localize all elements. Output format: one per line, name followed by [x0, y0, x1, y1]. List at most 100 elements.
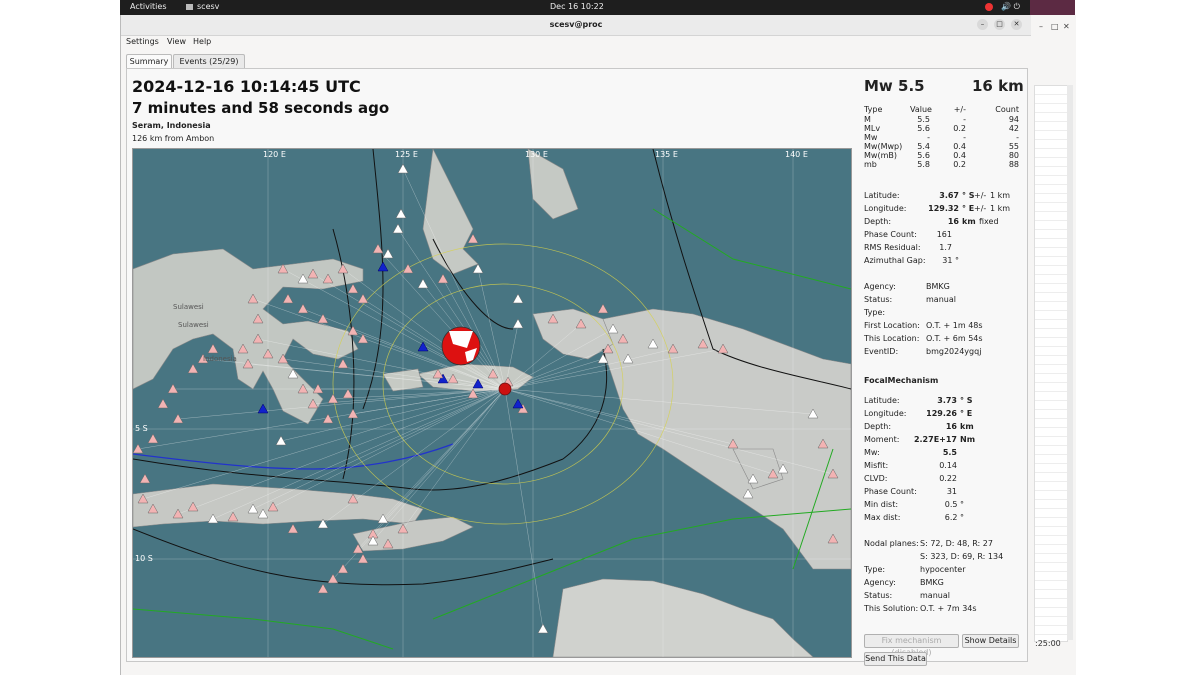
mag-error: 0.2 [953, 160, 966, 169]
scrollbar[interactable] [1067, 85, 1073, 640]
system-tray[interactable]: 🔊 ⏻ [984, 2, 1020, 12]
mag-count: - [1016, 133, 1019, 142]
place-label-3: Indonesia [203, 355, 237, 363]
latitude-pm: +/- [974, 191, 987, 200]
misfit-value: 0.14 [939, 461, 957, 470]
close-icon[interactable]: ✕ [1063, 22, 1070, 31]
minimize-icon[interactable]: – [1039, 22, 1043, 31]
time-axis-label: :25:00 [1035, 639, 1061, 648]
status-value: manual [926, 295, 956, 304]
place-label-1: Sulawesi [173, 303, 204, 311]
focal-status-value: manual [920, 591, 950, 600]
mag-error: - [963, 133, 966, 142]
maximize-icon[interactable]: □ [1051, 22, 1059, 31]
app-menu[interactable]: scesv [186, 2, 219, 11]
latitude-value: 3.67 [939, 191, 959, 200]
event-time: 2024-12-16 10:14:45 UTC [132, 77, 361, 96]
lat-label-5s: 5 S [135, 424, 148, 433]
app-name: scesv [197, 2, 220, 11]
background-list [1034, 85, 1068, 642]
show-details-button[interactable]: Show Details [962, 634, 1019, 648]
tab-events[interactable]: Events (25/29) [173, 54, 245, 68]
depth-unit: km [962, 217, 976, 226]
beachball [441, 326, 481, 366]
minimize-button[interactable]: – [977, 19, 988, 30]
close-button[interactable]: ✕ [1011, 19, 1022, 30]
focal-phase-label: Phase Count: [864, 487, 917, 496]
rms-value: 1.7 [939, 243, 952, 252]
focal-lon-unit: ° E [960, 409, 973, 418]
mag-type: M [864, 115, 871, 124]
misfit-label: Misfit: [864, 461, 889, 470]
focal-status-label: Status: [864, 591, 893, 600]
mindist-value: 0.5 ° [944, 500, 964, 509]
depth-label: Depth: [864, 217, 892, 226]
event-map[interactable]: 120 E 125 E 130 E 135 E 140 E 5 S 10 S S… [132, 148, 852, 658]
nodal-planes-label: Nodal planes: [864, 539, 919, 548]
longitude-pm: +/- [974, 204, 987, 213]
maximize-button[interactable]: □ [994, 19, 1005, 30]
rms-label: RMS Residual: [864, 243, 921, 252]
mag-error: - [963, 115, 966, 124]
focal-phase-value: 31 [946, 487, 957, 496]
mag-value: - [927, 133, 930, 142]
place-label-2: Sulawesi [178, 321, 209, 329]
moment-value: 2.27E+17 [913, 435, 957, 444]
mag-type: Mw(mB) [864, 151, 897, 160]
tab-summary[interactable]: Summary [126, 54, 172, 68]
first-label: First Location: [864, 321, 920, 330]
system-top-bar: Activities scesv Dec 16 10:22 🔊 ⏻ [120, 0, 1030, 15]
mag-count: 42 [1008, 124, 1019, 133]
eventid-value: bmg2024ygqj [926, 347, 982, 356]
mag-value: 5.8 [917, 160, 930, 169]
focal-lon-value: 129.26 [926, 409, 957, 418]
record-indicator-icon [984, 2, 993, 11]
mag-table-header-1: Value [910, 105, 932, 114]
depth-header: 16 km [972, 77, 1024, 95]
phase-count-value: 161 [936, 230, 952, 239]
mag-type: mb [864, 160, 877, 169]
menu-help[interactable]: Help [193, 37, 211, 46]
focal-lat-label: Latitude: [864, 396, 900, 405]
focal-depth-value: 16 [945, 422, 957, 431]
title-bar: scesv@proc – □ ✕ [121, 15, 1031, 36]
longitude-unit: ° E [962, 204, 975, 213]
mindist-label: Min dist: [864, 500, 899, 509]
focal-type-label: Type: [864, 565, 886, 574]
agency-value: BMKG [926, 282, 950, 291]
maxdist-label: Max dist: [864, 513, 901, 522]
send-data-button[interactable]: Send This Data [864, 652, 927, 666]
mag-table-header-2: +/- [953, 105, 966, 114]
mag-count: 88 [1008, 160, 1019, 169]
type-label: Type: [864, 308, 886, 317]
mag-count: 55 [1008, 142, 1019, 151]
latitude-error: 1 km [990, 191, 1011, 200]
epicenter-marker [498, 382, 512, 396]
focal-type-value: hypocenter [920, 565, 966, 574]
gap-value: 31 ° [942, 256, 959, 265]
mag-value: 5.6 [917, 124, 930, 133]
menu-settings[interactable]: Settings [126, 37, 159, 46]
phase-count-label: Phase Count: [864, 230, 917, 239]
map-canvas[interactable]: 120 E 125 E 130 E 135 E 140 E 5 S 10 S S… [133, 149, 851, 657]
activities-button[interactable]: Activities [130, 2, 167, 11]
fix-mechanism-button[interactable]: Fix mechanism (disabled) [864, 634, 959, 657]
moment-label: Moment: [864, 435, 900, 444]
latitude-unit: ° S [962, 191, 975, 200]
this-value: O.T. + 6m 54s [926, 334, 983, 343]
summary-sidebar: Mw 5.5 16 km Type Value +/- Count M 5.5 - 94 MLv… [864, 77, 1024, 666]
lon-label-140: 140 E [785, 150, 808, 159]
latitude-label: Latitude: [864, 191, 900, 200]
focal-lat-value: 3.73 [937, 396, 957, 405]
mag-type: Mw [864, 133, 878, 142]
summary-panel: 2024-12-16 10:14:45 UTC 7 minutes and 58… [126, 68, 1028, 666]
menu-view[interactable]: View [167, 37, 186, 46]
event-region: Seram, Indonesia [132, 121, 211, 130]
solution-value: O.T. + 7m 34s [920, 604, 977, 613]
clock[interactable]: Dec 16 10:22 [550, 2, 604, 11]
lat-label-10s: 10 S [135, 554, 153, 563]
focal-depth-label: Depth: [864, 422, 892, 431]
clvd-value: 0.22 [939, 474, 957, 483]
menu-bar: Settings View Help [121, 35, 1031, 49]
power-icon: ⏻ [1013, 2, 1020, 11]
